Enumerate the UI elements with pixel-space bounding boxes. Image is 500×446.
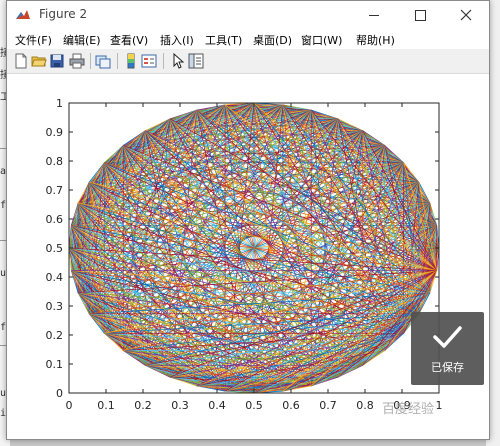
minimize-icon	[369, 14, 379, 16]
menu-window[interactable]: 窗口(W)	[301, 32, 342, 48]
saved-label: 已保存	[431, 361, 464, 374]
menu-tools[interactable]: 工具(T)	[205, 32, 242, 48]
maximize-button[interactable]	[397, 1, 443, 29]
save-icon[interactable]	[49, 53, 65, 69]
checkmark-icon	[433, 326, 462, 348]
new-figure-icon[interactable]	[13, 53, 29, 69]
y-tick-label: 0.5	[46, 242, 64, 255]
window-title: Figure 2	[39, 7, 88, 21]
x-tick-label: 1	[436, 399, 443, 412]
colorbar-icon[interactable]	[123, 53, 139, 69]
legend-icon[interactable]	[141, 53, 157, 69]
toolbar-separator	[117, 53, 118, 69]
toolbar-separator	[90, 53, 91, 69]
menu-file[interactable]: 文件(F)	[15, 32, 52, 48]
close-button[interactable]	[443, 1, 489, 29]
x-tick-label: 0.3	[171, 399, 189, 412]
y-tick-label: 0.8	[46, 155, 64, 168]
title-bar[interactable]: Figure 2	[7, 1, 489, 29]
toolbar-separator	[163, 53, 164, 69]
y-tick-label: 0	[56, 387, 63, 400]
y-tick-label: 0.4	[46, 271, 64, 284]
x-tick-label: 0.8	[356, 399, 374, 412]
figure-toolbar	[7, 49, 489, 74]
y-tick-label: 0.2	[46, 329, 64, 342]
pointer-icon[interactable]	[170, 53, 186, 69]
x-tick-label: 0.6	[282, 399, 300, 412]
saved-toast: 已保存	[411, 312, 484, 385]
plot-lines	[68, 102, 440, 394]
link-plot-icon[interactable]	[95, 53, 111, 69]
menu-view[interactable]: 查看(V)	[110, 32, 148, 48]
x-tick-label: 0	[66, 399, 73, 412]
open-file-icon[interactable]	[31, 53, 47, 69]
menu-insert[interactable]: 插入(I)	[160, 32, 194, 48]
baidu-jingyan-watermark: 百度经验	[382, 402, 435, 417]
x-tick-label: 0.1	[97, 399, 115, 412]
y-tick-label: 0.9	[46, 126, 64, 139]
menu-bar: 文件(F) 编辑(E) 查看(V) 插入(I) 工具(T) 桌面(D) 窗口(W…	[7, 29, 489, 49]
menu-desktop[interactable]: 桌面(D)	[253, 32, 292, 48]
x-tick-label: 0.7	[319, 399, 337, 412]
y-tick-label: 0.3	[46, 300, 64, 313]
menu-edit[interactable]: 编辑(E)	[63, 32, 101, 48]
minimize-button[interactable]	[351, 1, 397, 29]
x-tick-label: 0.2	[134, 399, 152, 412]
x-tick-label: 0.4	[208, 399, 226, 412]
y-tick-label: 0.1	[46, 358, 64, 371]
x-tick-label: 0.5	[245, 399, 263, 412]
maximize-icon	[414, 9, 426, 21]
y-tick-label: 1	[56, 97, 63, 110]
close-icon	[460, 9, 472, 21]
print-icon[interactable]	[69, 53, 85, 69]
matlab-app-icon	[15, 7, 31, 23]
y-tick-label: 0.7	[46, 184, 64, 197]
menu-help[interactable]: 帮助(H)	[356, 32, 395, 48]
property-editor-icon[interactable]	[188, 53, 204, 69]
y-tick-label: 0.6	[46, 213, 64, 226]
